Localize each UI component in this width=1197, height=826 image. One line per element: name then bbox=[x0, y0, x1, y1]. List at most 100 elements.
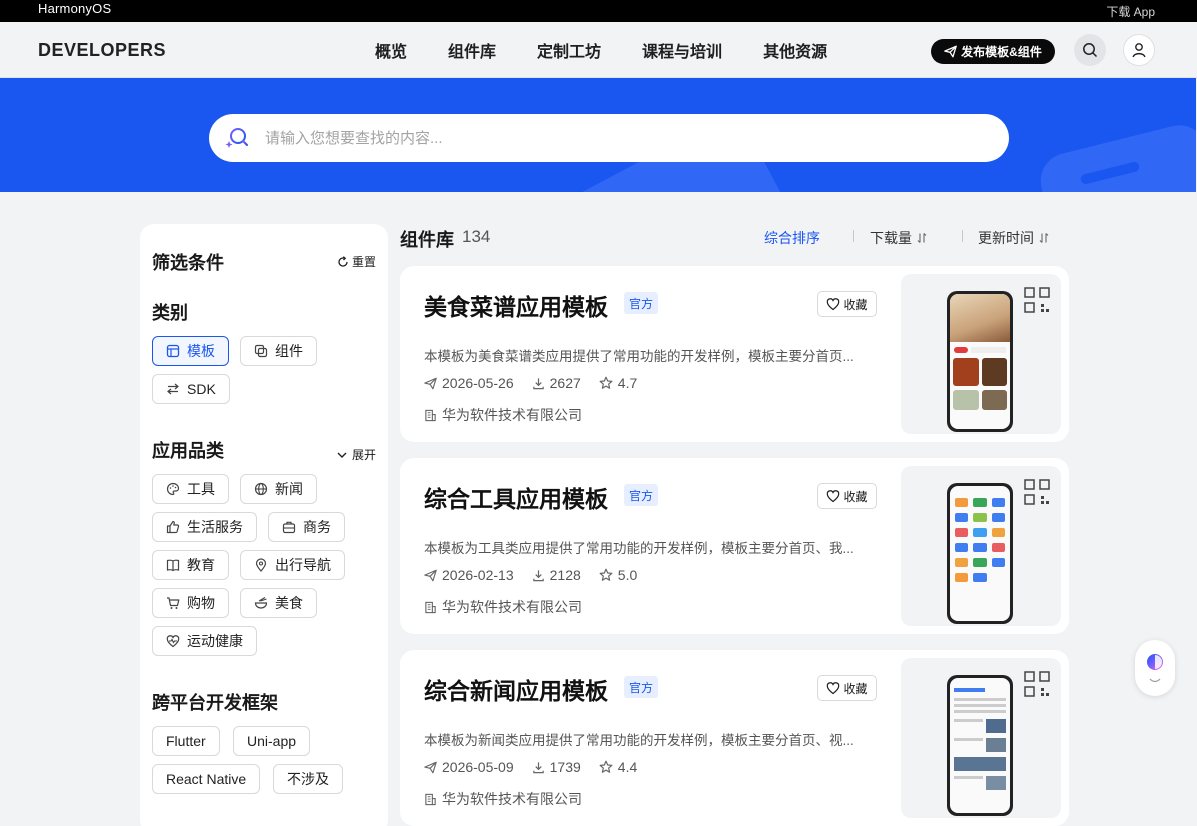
list-title: 组件库 bbox=[400, 230, 454, 250]
company-name: 华为软件技术有限公司 bbox=[442, 791, 582, 807]
bowl-icon bbox=[254, 597, 268, 609]
food-app-screen bbox=[950, 294, 1010, 429]
search-input[interactable] bbox=[265, 129, 965, 147]
divider bbox=[853, 230, 854, 242]
publish-button[interactable]: 发布模板&组件 bbox=[931, 39, 1055, 64]
briefcase-icon bbox=[282, 521, 296, 534]
user-icon bbox=[1132, 43, 1146, 58]
card-meta: 2026-05-09 1739 4.4 bbox=[424, 759, 655, 775]
filter-title: 筛选条件 bbox=[152, 253, 224, 273]
card-title[interactable]: 综合工具应用模板 bbox=[424, 480, 608, 514]
sort-label: 综合排序 bbox=[764, 230, 820, 246]
expand-button[interactable]: 展开 bbox=[336, 446, 376, 463]
card-title[interactable]: 综合新闻应用模板 bbox=[424, 672, 608, 706]
chip-education[interactable]: 教育 bbox=[152, 550, 229, 580]
send-icon bbox=[424, 761, 437, 773]
qr-icon[interactable] bbox=[1023, 478, 1051, 506]
chevron-down-icon bbox=[1149, 678, 1161, 683]
phone-mockup bbox=[947, 483, 1013, 624]
download-app-link[interactable]: 下载 App bbox=[1106, 3, 1155, 20]
nav-item-overview[interactable]: 概览 bbox=[375, 38, 407, 62]
favorite-label: 收藏 bbox=[843, 681, 868, 696]
chip-template[interactable]: 模板 bbox=[152, 336, 229, 366]
send-icon bbox=[944, 45, 957, 58]
banner-decoration bbox=[1034, 119, 1196, 192]
chip-sports-health[interactable]: 运动健康 bbox=[152, 626, 257, 656]
chip-label: 运动健康 bbox=[187, 633, 243, 649]
nav-item-resources[interactable]: 其他资源 bbox=[763, 38, 827, 62]
chip-news[interactable]: 新闻 bbox=[240, 474, 317, 504]
chip-flutter[interactable]: Flutter bbox=[152, 726, 220, 756]
user-button[interactable] bbox=[1123, 34, 1155, 66]
palette-icon bbox=[166, 482, 180, 496]
chip-business[interactable]: 商务 bbox=[268, 512, 345, 542]
chip-food[interactable]: 美食 bbox=[240, 588, 317, 618]
template-card[interactable]: 美食菜谱应用模板 官方 收藏 本模板为美食菜谱类应用提供了常用功能的开发样例，模… bbox=[400, 266, 1069, 442]
chip-sdk[interactable]: SDK bbox=[152, 374, 230, 404]
heart-pulse-icon bbox=[166, 635, 180, 648]
expand-label: 展开 bbox=[351, 448, 376, 462]
template-preview[interactable] bbox=[901, 658, 1061, 818]
favorite-button[interactable]: 收藏 bbox=[817, 483, 877, 509]
nav-item-workshop[interactable]: 定制工坊 bbox=[537, 38, 601, 62]
favorite-button[interactable]: 收藏 bbox=[817, 675, 877, 701]
download-count: 1739 bbox=[532, 759, 581, 775]
template-card[interactable]: 综合工具应用模板 官方 收藏 本模板为工具类应用提供了常用功能的开发样例，模板主… bbox=[400, 458, 1069, 634]
template-preview[interactable] bbox=[901, 274, 1061, 434]
send-icon bbox=[424, 569, 437, 581]
template-icon bbox=[166, 344, 180, 358]
chip-tools[interactable]: 工具 bbox=[152, 474, 229, 504]
company: 华为软件技术有限公司 bbox=[424, 789, 582, 809]
chip-react-native[interactable]: React Native bbox=[152, 764, 261, 794]
nav-item-components[interactable]: 组件库 bbox=[448, 38, 496, 62]
date-value: 2026-05-09 bbox=[442, 759, 514, 775]
chip-label: 购物 bbox=[187, 595, 215, 611]
book-icon bbox=[166, 559, 180, 572]
building-icon bbox=[425, 409, 436, 421]
location-pin-icon bbox=[255, 558, 267, 572]
system-topbar: HarmonyOS 下载 App bbox=[0, 0, 1197, 22]
assistant-float-button[interactable] bbox=[1135, 640, 1175, 696]
reset-button[interactable]: 重置 bbox=[337, 253, 376, 270]
template-preview[interactable] bbox=[901, 466, 1061, 626]
chip-not-applicable[interactable]: 不涉及 bbox=[273, 764, 343, 794]
nav-item-courses[interactable]: 课程与培训 bbox=[642, 38, 722, 62]
chip-label: 新闻 bbox=[275, 481, 303, 497]
phone-mockup bbox=[947, 675, 1013, 816]
chip-uniapp[interactable]: Uni-app bbox=[233, 726, 311, 756]
chip-navigation[interactable]: 出行导航 bbox=[240, 550, 345, 580]
search-box[interactable] bbox=[209, 114, 1009, 162]
downloads-value: 1739 bbox=[549, 759, 581, 775]
download-count: 2627 bbox=[532, 375, 581, 391]
news-app-screen bbox=[950, 678, 1010, 813]
sort-label: 下载量 bbox=[870, 230, 912, 246]
rating: 4.7 bbox=[599, 375, 637, 391]
sort-arrows-icon bbox=[1039, 233, 1049, 243]
sort-downloads[interactable]: 下载量 bbox=[870, 228, 928, 248]
category-title: 类别 bbox=[152, 303, 188, 323]
card-description: 本模板为新闻类应用提供了常用功能的开发样例，模板主要分首页、视... bbox=[424, 733, 854, 748]
card-title[interactable]: 美食菜谱应用模板 bbox=[424, 288, 608, 322]
heart-icon bbox=[827, 490, 840, 503]
list-count: 134 bbox=[462, 227, 491, 246]
favorite-button[interactable]: 收藏 bbox=[817, 291, 877, 317]
sort-overall[interactable]: 综合排序 bbox=[764, 228, 820, 248]
publish-date: 2026-02-13 bbox=[424, 567, 514, 583]
date-value: 2026-02-13 bbox=[442, 567, 514, 583]
developers-logo[interactable]: DEVELOPERS bbox=[38, 40, 166, 61]
qr-icon[interactable] bbox=[1023, 670, 1051, 698]
sort-updated[interactable]: 更新时间 bbox=[978, 228, 1050, 248]
reset-label: 重置 bbox=[351, 255, 376, 269]
publish-button-label: 发布模板&组件 bbox=[961, 45, 1042, 59]
harmonyos-brand: HarmonyOS bbox=[38, 1, 112, 16]
chip-life-service[interactable]: 生活服务 bbox=[152, 512, 257, 542]
rating-value: 4.4 bbox=[617, 759, 638, 775]
chip-label: 模板 bbox=[187, 343, 215, 359]
chip-shopping[interactable]: 购物 bbox=[152, 588, 229, 618]
chip-label: React Native bbox=[166, 771, 247, 787]
nav-search-button[interactable] bbox=[1074, 34, 1106, 66]
qr-icon[interactable] bbox=[1023, 286, 1051, 314]
chip-component[interactable]: 组件 bbox=[240, 336, 317, 366]
template-card[interactable]: 综合新闻应用模板 官方 收藏 本模板为新闻类应用提供了常用功能的开发样例，模板主… bbox=[400, 650, 1069, 826]
official-badge: 官方 bbox=[624, 676, 659, 698]
